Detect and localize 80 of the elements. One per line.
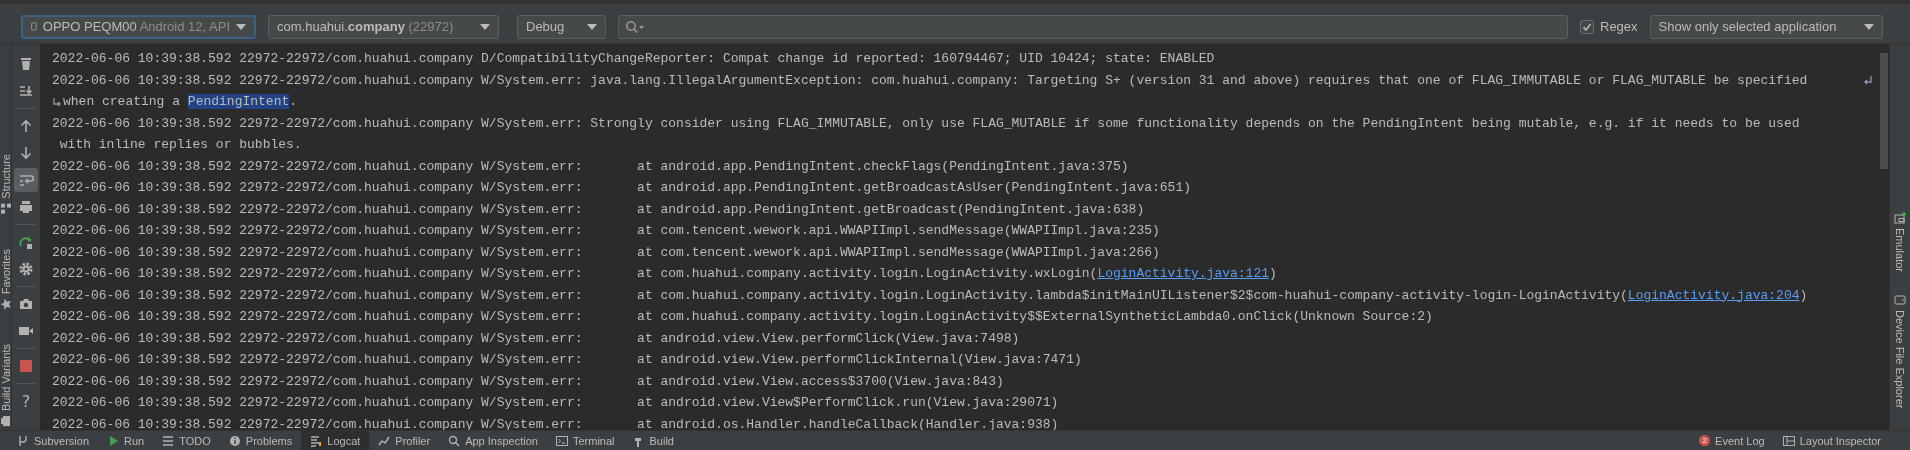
profiler-icon [378, 434, 391, 447]
side-tool-tab[interactable]: Build Variants [0, 343, 12, 427]
log-line: with inline replies or bubbles. [58, 136, 302, 154]
tool-window-tab[interactable]: Problems [219, 431, 302, 450]
terminal-icon [555, 434, 568, 447]
wrap-continuation-icon [52, 96, 62, 107]
tool-window-tab[interactable]: Subversion [8, 431, 99, 450]
logcat-icon [310, 434, 323, 447]
down-arrow-icon [18, 145, 34, 161]
process-dropdown[interactable]: com.huahui.company (22972) [268, 14, 499, 39]
dropdown-caret-icon [480, 23, 490, 30]
dropdown-caret-icon [1863, 23, 1874, 30]
tool-window-tab[interactable]: Logcat [301, 431, 370, 450]
printer-icon [18, 199, 34, 215]
search-field[interactable] [618, 14, 1568, 39]
log-line: 2022-06-06 10:39:38.592 22972-22972/com.huahui.company W/System.err: at android.app.PendingIntent.getBroadcast(PendingIntent.java:638) [52, 200, 1145, 219]
soft-wrap-button[interactable] [14, 168, 38, 192]
list-icon [162, 434, 175, 447]
log-line: 2022-06-06 10:39:38.592 22972-22972/com.huahui.company W/System.err: at android.view.View.performClickInternal(View.java:7471) [52, 351, 1082, 369]
side-tool-tab[interactable]: Emulator [1894, 212, 1906, 273]
tool-window-tab[interactable]: App Inspection [439, 431, 547, 450]
notification-badge: 2 [1699, 435, 1711, 446]
device-name: OPPO PEQM00 Android 12, API [42, 19, 230, 34]
info-icon [228, 434, 241, 447]
log-line: 2022-06-06 10:39:38.592 22972-22972/com.huahui.company W/System.err: at android.view.View.performClick(View.java:7498) [52, 329, 1020, 348]
log-line: 2022-06-06 10:39:38.592 22972-22972/com.huahui.company W/System.err: at com.tencent.wework.api.WWAPIImpl.sendMessage(WWAPIImpl.java:235) [52, 222, 1160, 240]
log-line: 2022-06-06 10:39:38.592 22972-22972/com.huahui.company W/System.err: at android.os.Handler.handleCallback(Handler.java:938) [52, 415, 1059, 430]
log-line: 2022-06-06 10:39:38.592 22972-22972/com.huahui.company W/System.err: at com.huahui.company.activity.login.LoginActivity$$ExternalSyntheticLambda0.onClick(Unknown Source:2) [52, 308, 1433, 326]
phone-icon [31, 20, 37, 33]
filter-dropdown[interactable]: Show only selected application [1649, 14, 1883, 39]
log-line: 2022-06-06 10:39:38.592 22972-22972/com.huahui.company W/System.err: at com.huahui.company.activity.login.LoginActivity.lambda$initMainUIListener$2$com-huahui-company-activity-login-LoginActivity(LoginActivity.java:204) [52, 286, 1808, 305]
tool-window-tab[interactable]: Layout Inspector [1773, 431, 1890, 450]
settings-icon [18, 261, 34, 277]
tool-window-tab[interactable]: Profiler [369, 431, 440, 450]
process-name: com.huahui.company (22972) [277, 19, 454, 34]
regex-checkbox[interactable] [1580, 19, 1594, 34]
tool-window-tab[interactable]: Run [98, 431, 154, 450]
camera-icon [18, 296, 34, 312]
scroll-to-end-icon [18, 83, 34, 99]
log-line: when creating a PendingIntent. [63, 93, 298, 111]
dropdown-caret-icon [236, 23, 246, 30]
log-line: 2022-06-06 10:39:38.592 22972-22972/com.huahui.company W/System.err: java.lang.IllegalArgumentException: com.huahui.company: Targeting S+ (version 31 and above) requires that one of FLAG_IMMUTABLE or FLAG_MUTABLE be specified [52, 71, 1808, 90]
dropdown-caret-icon [587, 23, 597, 30]
device-icon [1894, 212, 1906, 224]
phone-icon [1894, 294, 1906, 307]
branch-icon [17, 434, 29, 447]
soft-wrap-icon [18, 172, 34, 188]
star-icon [0, 297, 12, 310]
device-dropdown[interactable]: OPPO PEQM00 Android 12, API [21, 14, 256, 39]
log-line: 2022-06-06 10:39:38.592 22972-22972/com.huahui.company W/System.err: at android.view.View.access$3700(View.java:843) [52, 372, 1004, 391]
structure-icon [0, 202, 12, 215]
stop-icon [18, 358, 34, 374]
layout-icon [1782, 434, 1795, 447]
tool-window-tab[interactable]: Build [623, 431, 683, 450]
log-line: 2022-06-06 10:39:38.592 22972-22972/com.huahui.company W/System.err: at com.huahui.company.activity.login.LoginActivity.wxLogin(LoginActivity.java:121) [52, 265, 1277, 283]
tool-window-tab[interactable]: Terminal [546, 431, 624, 450]
log-line: 2022-06-06 10:39:38.592 22972-22972/com.huahui.company W/System.err: at android.app.PendingIntent.getBroadcastAsUser(PendingIntent.java:651) [52, 179, 1191, 197]
log-line: 2022-06-06 10:39:38.592 22972-22972/com.huahui.company W/System.err: at android.view.View$PerformClick.run(View.java:29071) [52, 394, 1059, 412]
log-level-dropdown[interactable]: Debug [517, 14, 606, 39]
restart-icon [18, 234, 34, 250]
build-variants-icon [0, 414, 12, 427]
search-icon [625, 19, 645, 34]
log-line: 2022-06-06 10:39:38.592 22972-22972/com.huahui.company W/System.err: at com.tencent.wework.api.WWAPIImpl.sendMessage(WWAPIImpl.java:266) [52, 243, 1160, 262]
log-line: 2022-06-06 10:39:38.592 22972-22972/com.huahui.company D/CompatibilityChangeReporter: Compat change id reported: 160794467; UID 10424; state: ENABLED [52, 50, 1215, 68]
side-tool-tab[interactable]: Device File Explorer [1894, 294, 1906, 409]
run-icon [107, 434, 120, 447]
log-line: 2022-06-06 10:39:38.592 22972-22972/com.huahui.company W/System.err: Strongly consider using FLAG_IMMUTABLE, only use FLAG_MUTABLE if some functionality depends on the PendingIntent being mutable, e.g. if it needs to be used [52, 114, 1800, 133]
log-line: 2022-06-06 10:39:38.592 22972-22972/com.huahui.company W/System.err: at android.app.PendingIntent.checkFlags(PendingIntent.java:375) [52, 157, 1129, 176]
tool-window-tab[interactable]: TODO [153, 431, 220, 450]
scrollbar-thumb[interactable] [1880, 53, 1888, 169]
source-link[interactable]: LoginActivity.java:204 [1627, 287, 1800, 303]
trash-icon [18, 56, 34, 72]
inspection-icon [448, 434, 461, 447]
side-tool-tab[interactable]: Favorites [0, 248, 12, 310]
regex-label: Regex [1600, 19, 1638, 34]
up-arrow-icon [18, 118, 34, 134]
side-tool-tab[interactable]: Structure [0, 154, 12, 215]
help-button[interactable]: ? [14, 389, 38, 413]
source-link[interactable]: LoginActivity.java:121 [1097, 266, 1269, 281]
tool-window-tab[interactable]: 2 Event Log [1690, 431, 1774, 450]
